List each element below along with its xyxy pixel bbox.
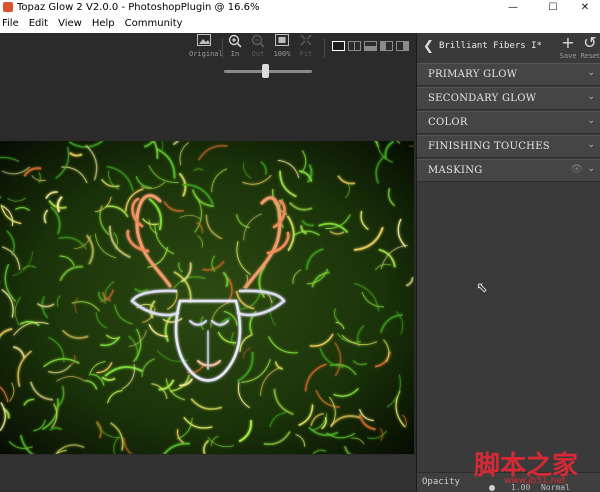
minimize-button[interactable]: — — [498, 0, 528, 15]
menu-file[interactable]: File — [0, 15, 19, 33]
maximize-button[interactable]: ☐ — [538, 0, 568, 15]
section-label: COLOR — [428, 117, 468, 128]
section-primary-glow[interactable]: PRIMARY GLOW ⌄ — [417, 63, 600, 86]
chevron-down-icon: ⌄ — [587, 116, 595, 126]
preset-name: Brilliant Fibers I* — [439, 41, 542, 51]
site-watermark: 脚本之家 www.jb51.net — [470, 445, 600, 491]
split-vertical-view-icon[interactable] — [348, 41, 361, 51]
save-preset-button[interactable]: + Save — [557, 33, 579, 60]
zoom-slider-thumb[interactable] — [262, 64, 269, 78]
single-view-icon[interactable] — [332, 41, 345, 51]
reset-button[interactable]: ↺ Reset — [579, 33, 600, 60]
canvas-bottom-strip — [0, 455, 416, 491]
section-finishing-touches[interactable]: FINISHING TOUCHES ⌄ — [417, 135, 600, 158]
actual-size-icon — [268, 34, 296, 50]
menu-bar: File Edit View Help Community — [0, 15, 600, 33]
section-masking[interactable]: MASKING 👁 ⌄ — [417, 159, 600, 182]
section-label: MASKING — [428, 165, 483, 176]
photo-preview[interactable] — [0, 141, 414, 454]
save-label: Save — [557, 52, 579, 60]
title-bar: Topaz Glow 2 V2.0.0 - PhotoshopPlugin @ … — [0, 0, 600, 15]
adjustments-panel: ❮ Brilliant Fibers I* + Save ↺ Reset PRI… — [416, 33, 600, 491]
window-title: Topaz Glow 2 V2.0.0 - PhotoshopPlugin @ … — [17, 0, 260, 15]
chevron-down-icon: ⌄ — [587, 140, 595, 150]
chevron-down-icon: ⌄ — [587, 164, 595, 174]
side-by-side-view-icon[interactable] — [380, 41, 393, 51]
fit-button[interactable]: Fit — [293, 34, 319, 62]
menu-view[interactable]: View — [56, 15, 82, 33]
fit-icon — [293, 34, 319, 50]
back-chevron-icon[interactable]: ❮ — [423, 39, 434, 55]
chevron-down-icon: ⌄ — [587, 92, 595, 102]
image-icon — [189, 34, 219, 50]
original-label: Original — [189, 50, 219, 59]
opacity-label: Opacity — [422, 477, 460, 487]
reset-icon: ↺ — [579, 33, 600, 52]
actual-size-label: 100% — [268, 50, 296, 59]
reset-label: Reset — [579, 52, 600, 60]
section-secondary-glow[interactable]: SECONDARY GLOW ⌄ — [417, 87, 600, 110]
preset-header: ❮ Brilliant Fibers I* + Save ↺ Reset — [417, 33, 600, 62]
menu-edit[interactable]: Edit — [27, 15, 48, 33]
stacked-view-icon[interactable] — [396, 41, 409, 51]
section-label: SECONDARY GLOW — [428, 93, 536, 104]
section-label: PRIMARY GLOW — [428, 69, 517, 80]
close-button[interactable]: ✕ — [570, 0, 600, 15]
glow-effect-image — [0, 141, 414, 454]
toolbar-divider — [324, 38, 325, 58]
section-color[interactable]: COLOR ⌄ — [417, 111, 600, 134]
split-horizontal-view-icon[interactable] — [364, 41, 377, 51]
mouse-cursor-icon: ⬁ — [476, 281, 488, 295]
plus-icon: + — [557, 33, 579, 52]
menu-community[interactable]: Community — [123, 15, 183, 33]
actual-size-button[interactable]: 100% — [268, 34, 296, 62]
fit-label: Fit — [293, 50, 319, 59]
mask-visibility-icon[interactable]: 👁 — [570, 164, 583, 175]
section-label: FINISHING TOUCHES — [428, 141, 550, 152]
original-button[interactable]: Original — [189, 34, 219, 62]
app-logo-icon — [3, 2, 13, 12]
chevron-down-icon: ⌄ — [587, 68, 595, 78]
menu-help[interactable]: Help — [90, 15, 115, 33]
watermark-url: www.jb51.net — [504, 476, 565, 486]
